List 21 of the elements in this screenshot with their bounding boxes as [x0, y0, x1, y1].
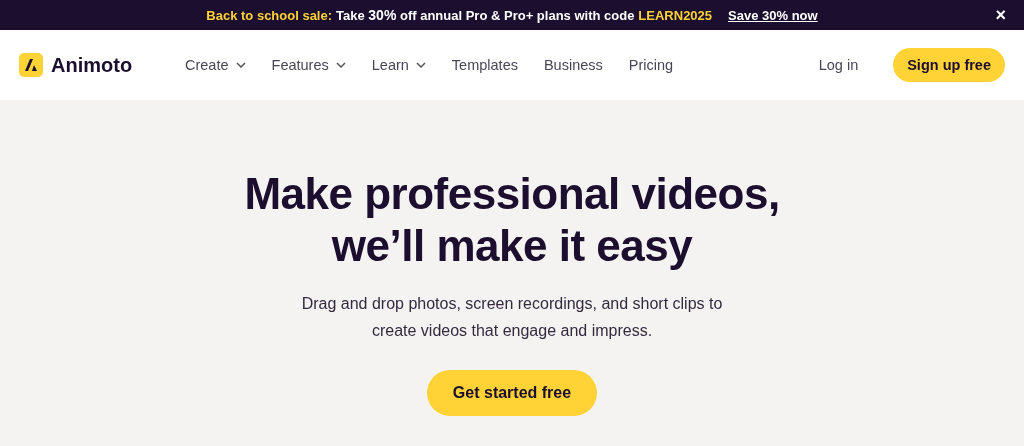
chevron-down-icon [335, 62, 346, 68]
close-button[interactable]: × [993, 6, 1008, 24]
logo-icon[interactable] [19, 53, 43, 77]
get-started-button[interactable]: Get started free [426, 370, 598, 416]
login-link[interactable]: Log in [818, 57, 859, 73]
menu-link[interactable]: Templates [451, 57, 518, 73]
chevron-down-icon [235, 62, 246, 68]
promo-link[interactable]: Save 30% now [728, 7, 818, 23]
promo-text: Take 30% off annual Pro & Pro+ plans with code [336, 7, 635, 23]
promo-label: Back to school sale: [206, 7, 333, 23]
menu-dropdown[interactable]: Create [185, 57, 246, 73]
chevron-down-icon [415, 62, 426, 68]
hero-subtitle: Drag and drop photos, screen recordings, and short clips to create videos that engage and impress. [301, 294, 723, 341]
signup-button[interactable]: Sign up free [893, 48, 1005, 82]
hero-headline: Make professional videos, we’ll make it easy [244, 168, 780, 272]
menu-link[interactable]: Pricing [628, 57, 674, 73]
menu-link[interactable]: Business [543, 57, 603, 73]
promo-code: LEARN2025 [638, 7, 713, 23]
menu-dropdown[interactable]: Learn [371, 57, 426, 73]
menu-dropdown[interactable]: Features [271, 57, 346, 73]
logo-text[interactable]: Animoto [51, 53, 133, 77]
